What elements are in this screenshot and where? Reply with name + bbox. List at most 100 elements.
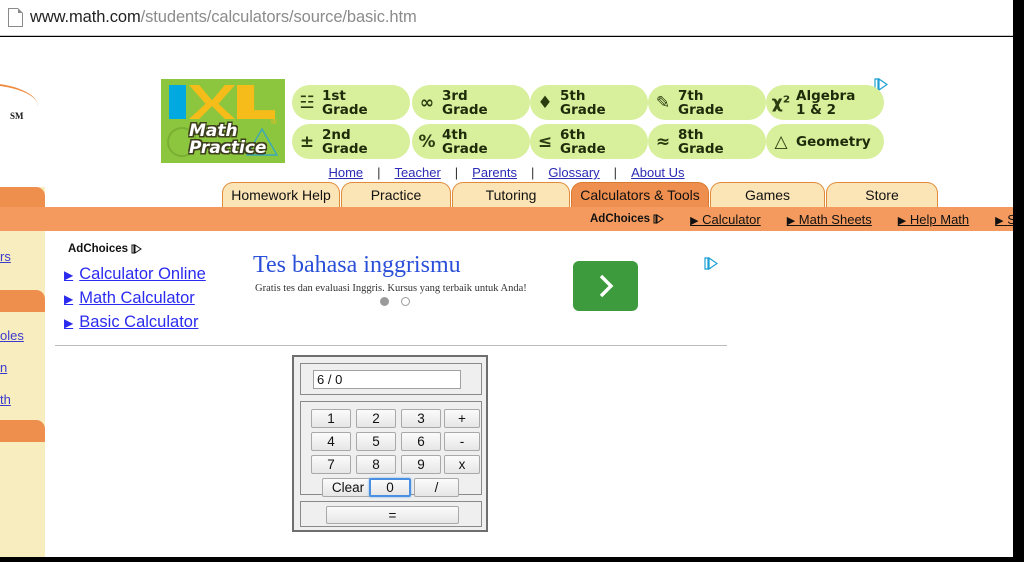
sidebar-section-header: [0, 420, 45, 442]
adchoices-text: AdChoices: [590, 213, 651, 225]
grade-icon: ♦: [537, 92, 553, 113]
calculator-key-3[interactable]: 3: [401, 409, 441, 428]
calculator-key-divide[interactable]: /: [414, 478, 459, 497]
grade-pill-1[interactable]: ☳ 1st Grade: [292, 85, 410, 120]
grade-pill-9[interactable]: ≈8th Grade: [648, 124, 766, 159]
url-path: /students/calculators/source/basic.htm: [140, 8, 417, 26]
sponsored-link-calculator[interactable]: ▶ Calculator: [690, 212, 761, 227]
grade-icon: %: [418, 131, 436, 152]
grade-label: 3rd Grade: [442, 87, 488, 118]
sponsored-link-math-sheets[interactable]: ▶ Math Sheets: [787, 212, 872, 227]
tab-calculators-tools[interactable]: Calculators & Tools: [571, 182, 709, 207]
sidebar-link-2[interactable]: oles: [0, 328, 24, 343]
triangle-bullet-icon: ▶: [64, 315, 74, 330]
tab-tutoring[interactable]: Tutoring: [452, 182, 570, 207]
url-text: www.math.com/students/calculators/source…: [30, 8, 417, 27]
grade-label: 5th Grade: [560, 87, 606, 118]
grade-icon: χ²: [771, 92, 791, 113]
ad-carousel-dots[interactable]: [380, 297, 410, 306]
nav-link-about-us[interactable]: About Us: [631, 165, 684, 180]
adchoices-label-ad[interactable]: AdChoices: [68, 243, 142, 255]
tab-practice[interactable]: Practice: [341, 182, 451, 207]
tab-homework-help[interactable]: Homework Help: [222, 182, 340, 207]
sponsored-links-row: AdChoices ▶ Calculator ▶ Math Sheets ▶ H…: [0, 208, 1013, 230]
calculator-display-input[interactable]: [313, 370, 461, 389]
tab-games[interactable]: Games: [710, 182, 825, 207]
basic-calculator: 123+456- 789x Clear0/ =: [292, 355, 488, 532]
site-header: com SM ath Online ® Math Practice: [0, 37, 1013, 182]
calculator-key-plus[interactable]: +: [444, 409, 480, 428]
calculator-key-equals[interactable]: =: [326, 506, 459, 524]
ad-cta-button[interactable]: [573, 261, 638, 311]
sponsored-link-help-math[interactable]: ▶ Help Math: [898, 212, 969, 227]
ad-link-calculator-online[interactable]: ▶ Calculator Online: [64, 265, 206, 284]
grade-label: 4th Grade: [442, 126, 488, 157]
calculator-key-2[interactable]: 2: [356, 409, 396, 428]
nav-link-glossary[interactable]: Glossary: [548, 165, 599, 180]
math-com-logo[interactable]: com SM ath Online: [0, 83, 68, 131]
calculator-keypad: 1 2 3 +4 5 6- 7 8 9 x Clear 0/: [300, 401, 482, 497]
grade-pill-4[interactable]: ✎ 7th Grade: [648, 85, 766, 120]
ad-headline[interactable]: Tes bahasa inggrismu: [253, 252, 461, 279]
grade-label: Algebra 1 & 2: [796, 87, 856, 118]
calculator-key-8[interactable]: 8: [356, 455, 396, 474]
sidebar-link-3[interactable]: n: [0, 360, 7, 375]
nav-separator: |: [530, 165, 535, 180]
logo-arc: [0, 83, 38, 111]
grade-pill-6[interactable]: ±2nd Grade: [292, 124, 410, 159]
grade-pill-7[interactable]: % 4th Grade: [412, 124, 530, 159]
sponsored-link-label: Math Sheets: [798, 211, 872, 227]
grade-label: 1st Grade: [322, 87, 368, 118]
grade-icon: ☳: [299, 92, 315, 113]
grade-pill-5[interactable]: χ² Algebra 1 & 2: [766, 85, 884, 120]
calculator-key-0[interactable]: 0: [369, 478, 411, 497]
grade-icon: △: [774, 131, 788, 152]
grade-label: 7th Grade: [678, 87, 724, 118]
nav-link-parents[interactable]: Parents: [472, 165, 517, 180]
calculator-key-minus[interactable]: -: [444, 432, 480, 451]
grade-pill-3[interactable]: ♦ 5th Grade: [530, 85, 648, 120]
ad-link-label: Basic Calculator: [79, 313, 199, 331]
grade-icon: ∞: [419, 92, 435, 113]
calculator-key-multiply[interactable]: x: [444, 455, 480, 474]
calculator-key-5[interactable]: 5: [356, 432, 396, 451]
url-domain: www.math.com: [30, 8, 141, 26]
nav-separator: |: [613, 165, 618, 180]
browser-url-bar[interactable]: www.math.com/students/calculators/source…: [0, 0, 1024, 36]
logo-sm: SM: [10, 111, 24, 121]
calculator-key-clear[interactable]: Clear: [322, 478, 374, 497]
calculator-key-1[interactable]: 1: [311, 409, 351, 428]
grade-pill-10[interactable]: △ Geometry: [766, 124, 884, 159]
ixl-letter-x: [189, 85, 235, 119]
ad-description: Gratis tes dan evaluasi Inggris. Kursus …: [255, 283, 527, 294]
sidebar-link-4[interactable]: th: [0, 392, 11, 407]
carousel-dot-active[interactable]: [380, 297, 389, 306]
ad-link-math-calculator[interactable]: ▶ Math Calculator: [64, 289, 195, 308]
ad-link-label: Calculator Online: [79, 265, 206, 283]
nav-separator: |: [377, 165, 381, 180]
page-icon: [8, 8, 23, 27]
left-sidebar-cutoff: rs oles n th: [0, 187, 45, 557]
ixl-math-practice-ad[interactable]: ® Math Practice: [161, 79, 285, 163]
grade-icon: ≈: [655, 131, 671, 152]
nav-link-teacher[interactable]: Teacher: [395, 165, 441, 180]
nav-link-home[interactable]: Home: [328, 165, 363, 180]
sponsored-link-solve[interactable]: ▶ Solve: [995, 212, 1013, 227]
grade-label: 8th Grade: [678, 126, 724, 157]
grade-label: 6th Grade: [560, 126, 606, 157]
chevron-right-icon: [599, 274, 613, 298]
calculator-key-9[interactable]: 9: [401, 455, 441, 474]
calculator-key-7[interactable]: 7: [311, 455, 351, 474]
calculator-key-4[interactable]: 4: [311, 432, 351, 451]
calculator-key-6[interactable]: 6: [401, 432, 441, 451]
ixl-letter-l: [237, 85, 275, 119]
adchoices-icon[interactable]: [704, 257, 718, 270]
grade-icon: ±: [299, 131, 315, 152]
grade-pill-2[interactable]: ∞ 3rd Grade: [412, 85, 530, 120]
sidebar-link-1[interactable]: rs: [0, 249, 11, 264]
adchoices-label-top[interactable]: AdChoices: [590, 213, 664, 225]
grade-pill-8[interactable]: ≤6th Grade: [530, 124, 648, 159]
ad-link-basic-calculator[interactable]: ▶ Basic Calculator: [64, 313, 198, 332]
carousel-dot[interactable]: [401, 297, 410, 306]
tab-store[interactable]: Store: [826, 182, 938, 207]
